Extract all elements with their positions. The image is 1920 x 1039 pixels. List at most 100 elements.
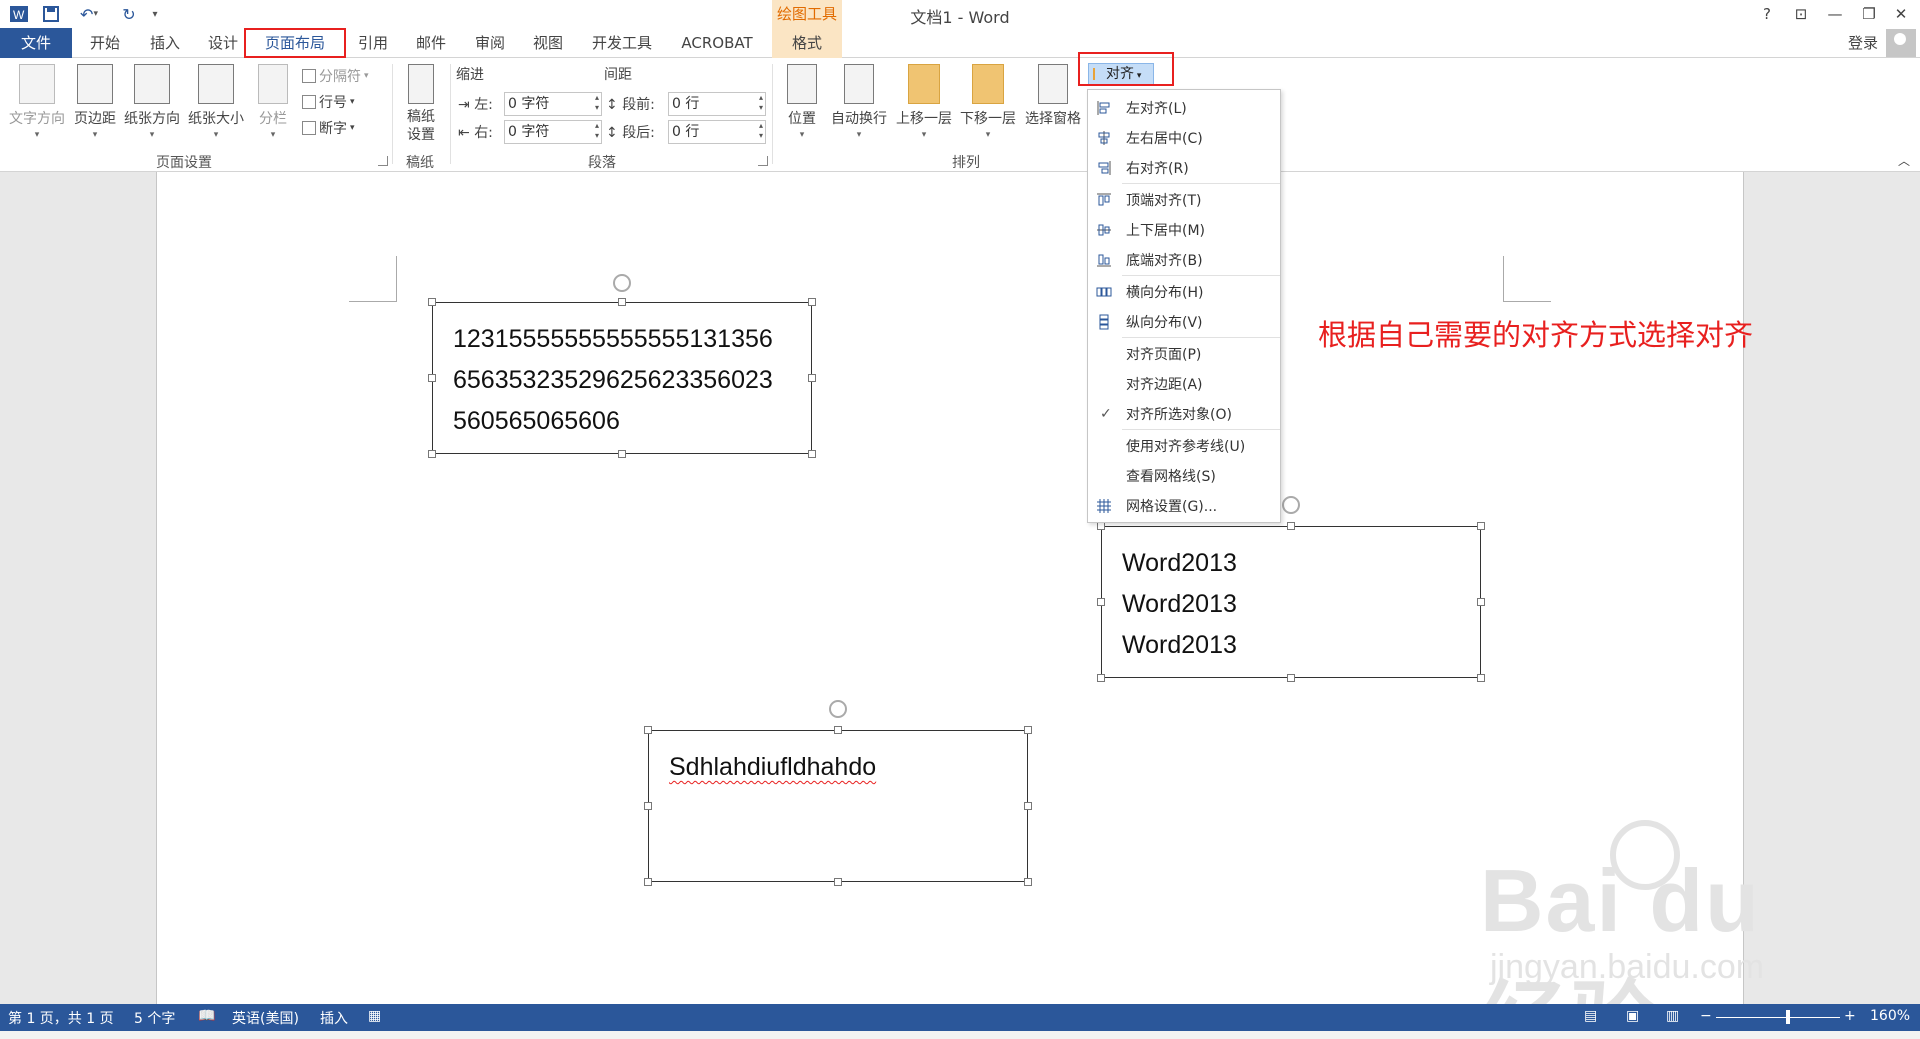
tab-format[interactable]: 格式	[772, 28, 842, 58]
menu-item-grid-settings[interactable]: 网格设置(G)...	[1088, 492, 1280, 520]
resize-handle[interactable]	[644, 878, 652, 886]
resize-handle[interactable]	[1097, 674, 1105, 682]
macro-record-icon[interactable]: ▦	[368, 1008, 381, 1024]
menu-item-align-to-page[interactable]: 对齐页面(P)	[1088, 340, 1280, 368]
menu-item-distribute-horizontal[interactable]: 横向分布(H)	[1088, 278, 1280, 306]
resize-handle[interactable]	[834, 878, 842, 886]
zoom-slider[interactable]	[1716, 1017, 1840, 1018]
minimize-icon[interactable]: —	[1820, 3, 1850, 25]
resize-handle[interactable]	[428, 374, 436, 382]
resize-handle[interactable]	[644, 802, 652, 810]
menu-item-align-top[interactable]: 顶端对齐(T)	[1088, 186, 1280, 214]
margins-button[interactable]: 页边距 ▾	[70, 64, 120, 140]
size-button[interactable]: 纸张大小 ▾	[186, 64, 246, 140]
tab-file[interactable]: 文件	[0, 28, 72, 58]
zoom-slider-thumb[interactable]	[1786, 1010, 1790, 1024]
bring-forward-button[interactable]: 上移一层 ▾	[892, 64, 956, 140]
rotate-handle[interactable]	[1282, 496, 1300, 514]
draft-settings-button[interactable]: 稿纸设置	[400, 64, 442, 144]
resize-handle[interactable]	[834, 726, 842, 734]
word-count[interactable]: 5 个字	[134, 1008, 175, 1028]
menu-item-use-alignment-guides[interactable]: 使用对齐参考线(U)	[1088, 432, 1280, 460]
indent-right-input[interactable]: 0 字符	[504, 120, 602, 144]
resize-handle[interactable]	[618, 450, 626, 458]
menu-item-view-gridlines[interactable]: 查看网格线(S)	[1088, 462, 1280, 490]
rotate-handle[interactable]	[829, 700, 847, 718]
textbox-text[interactable]: Sdhlahdiufldhahdo	[648, 730, 1028, 882]
menu-item-align-middle[interactable]: 上下居中(M)	[1088, 216, 1280, 244]
menu-item-align-bottom[interactable]: 底端对齐(B)	[1088, 246, 1280, 274]
resize-handle[interactable]	[1024, 726, 1032, 734]
resize-handle[interactable]	[1024, 878, 1032, 886]
resize-handle[interactable]	[1477, 522, 1485, 530]
tab-page-layout[interactable]: 页面布局	[244, 28, 346, 58]
zoom-out-icon[interactable]: −	[1700, 1008, 1712, 1024]
columns-button[interactable]: 分栏 ▾	[252, 64, 294, 140]
resize-handle[interactable]	[1097, 522, 1105, 530]
resize-handle[interactable]	[1097, 598, 1105, 606]
resize-handle[interactable]	[1287, 674, 1295, 682]
resize-handle[interactable]	[428, 450, 436, 458]
resize-handle[interactable]	[428, 298, 436, 306]
arrange-group-label: 排列	[952, 155, 980, 171]
resize-handle[interactable]	[1287, 522, 1295, 530]
textbox-word2013[interactable]: Word2013 Word2013 Word2013	[1101, 526, 1481, 678]
orientation-button[interactable]: 纸张方向 ▾	[122, 64, 182, 140]
send-backward-button[interactable]: 下移一层 ▾	[956, 64, 1020, 140]
resize-handle[interactable]	[808, 450, 816, 458]
spacing-before-input[interactable]: 0 行	[668, 92, 766, 116]
resize-handle[interactable]	[1477, 674, 1485, 682]
close-icon[interactable]: ✕	[1886, 3, 1916, 25]
resize-handle[interactable]	[808, 298, 816, 306]
login-link[interactable]: 登录	[1848, 32, 1878, 53]
tab-design[interactable]: 设计	[202, 28, 244, 58]
restore-icon[interactable]: ❐	[1854, 3, 1884, 25]
menu-item-align-selected-objects[interactable]: ✓ 对齐所选对象(O)	[1088, 400, 1280, 428]
tab-home[interactable]: 开始	[84, 28, 126, 58]
web-layout-icon[interactable]: ▥	[1666, 1008, 1679, 1024]
zoom-in-icon[interactable]: +	[1844, 1008, 1856, 1024]
text-direction-button[interactable]: 文字方向 ▾	[6, 64, 68, 140]
help-icon[interactable]: ?	[1752, 3, 1782, 25]
language[interactable]: 英语(美国)	[232, 1008, 299, 1028]
spacing-after-input[interactable]: 0 行	[668, 120, 766, 144]
textbox-numbers[interactable]: 12315555555555555131356 6563532352962562…	[432, 302, 812, 454]
menu-item-align-to-margin[interactable]: 对齐边距(A)	[1088, 370, 1280, 398]
print-layout-icon[interactable]: ▣	[1626, 1008, 1639, 1024]
read-mode-icon[interactable]: ▤	[1584, 1008, 1597, 1024]
indent-left-input[interactable]: 0 字符	[504, 92, 602, 116]
menu-item-align-center[interactable]: 左右居中(C)	[1088, 124, 1280, 152]
collapse-ribbon-icon[interactable]: ︿	[1898, 152, 1910, 169]
tab-mailings[interactable]: 邮件	[410, 28, 452, 58]
zoom-level[interactable]: 160%	[1870, 1008, 1910, 1024]
menu-item-align-left[interactable]: 左对齐(L)	[1088, 94, 1280, 122]
resize-handle[interactable]	[1477, 598, 1485, 606]
user-avatar[interactable]	[1886, 29, 1916, 57]
resize-handle[interactable]	[1024, 802, 1032, 810]
wrap-text-button[interactable]: 自动换行 ▾	[826, 64, 892, 140]
menu-item-distribute-vertical[interactable]: 纵向分布(V)	[1088, 308, 1280, 336]
resize-handle[interactable]	[644, 726, 652, 734]
page-setup-launcher-icon[interactable]	[378, 156, 388, 166]
proofing-icon[interactable]: 📖	[198, 1008, 215, 1024]
tab-view[interactable]: 视图	[527, 28, 569, 58]
tab-acrobat[interactable]: ACROBAT	[672, 28, 762, 58]
line-numbers-button[interactable]: 行号 ▾	[302, 92, 355, 112]
menu-item-align-right[interactable]: 右对齐(R)	[1088, 154, 1280, 182]
page-count[interactable]: 第 1 页，共 1 页	[8, 1008, 114, 1028]
position-button[interactable]: 位置 ▾	[780, 64, 824, 140]
paragraph-launcher-icon[interactable]	[758, 156, 768, 166]
hyphenation-button[interactable]: 断字 ▾	[302, 118, 355, 138]
selection-pane-button[interactable]: 选择窗格	[1022, 64, 1084, 128]
resize-handle[interactable]	[618, 298, 626, 306]
rotate-handle[interactable]	[613, 274, 631, 292]
breaks-button[interactable]: 分隔符 ▾	[302, 66, 369, 86]
insert-mode[interactable]: 插入	[320, 1008, 348, 1028]
resize-handle[interactable]	[808, 374, 816, 382]
ribbon-display-options-icon[interactable]: ⊡	[1786, 3, 1816, 25]
tab-insert[interactable]: 插入	[144, 28, 186, 58]
tab-review[interactable]: 审阅	[469, 28, 511, 58]
tab-references[interactable]: 引用	[352, 28, 394, 58]
hyphenation-label: 断字	[319, 121, 347, 137]
tab-developer[interactable]: 开发工具	[586, 28, 658, 58]
